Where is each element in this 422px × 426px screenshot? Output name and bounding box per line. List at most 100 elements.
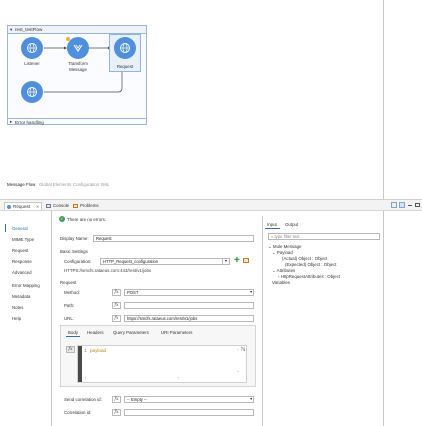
subtab-uri-parameters[interactable]: URI Parameters <box>161 330 192 335</box>
sidenav-item-request[interactable]: Request <box>12 248 28 253</box>
sidenav-item-metadata[interactable]: Metadata <box>12 294 30 299</box>
basic-settings-heading: Basic Settings <box>60 249 88 254</box>
method-select[interactable]: POST ▾ <box>124 289 254 296</box>
sidenav-item-error-mapping[interactable]: Error Mapping <box>12 283 40 288</box>
path-fx-toggle[interactable]: fx <box>112 302 121 309</box>
map-icon[interactable]: ℕ <box>241 347 245 353</box>
error-handling-label: Error handling <box>15 120 44 125</box>
send-correlation-fx-toggle[interactable]: fx <box>112 396 121 403</box>
method-label: Method: <box>64 290 80 295</box>
display-name-label: Display Name: <box>60 236 89 241</box>
status-ok-icon: ✓ <box>59 216 65 222</box>
right-pane-divider-right <box>383 211 384 426</box>
configuration-label: Configuration: <box>64 259 92 264</box>
request-label: Request <box>116 64 134 69</box>
path-label: Path: <box>64 303 75 308</box>
sidenav-item-mime-type[interactable]: MIME Type <box>12 237 34 242</box>
tab-configuration-xml[interactable]: Configuration XML <box>73 182 109 187</box>
tab-console[interactable]: Console <box>53 203 69 208</box>
flow-container[interactable]: ▾ rest_testFlow Listener Transform Messa… <box>7 25 147 125</box>
edit-config-icon[interactable] <box>243 258 249 263</box>
tab-request[interactable]: Request ✕ <box>4 202 42 210</box>
transform-icon <box>73 44 83 52</box>
filter-placeholder: type filter text <box>274 234 300 239</box>
request-node[interactable] <box>114 37 136 59</box>
code-line-number: 1 <box>84 348 87 353</box>
chevron-down-icon: ▾ <box>250 397 252 401</box>
tree-expected-object[interactable]: (Expected) Object : Object <box>285 262 337 267</box>
sidenav-divider <box>51 211 52 426</box>
tab-problems[interactable]: Problems <box>80 203 99 208</box>
tree-actual-object[interactable]: (Actual) Object : Object <box>282 256 327 261</box>
expand-icon[interactable]: ▸ <box>10 119 12 125</box>
problems-icon <box>73 203 78 208</box>
request-tab-label: Request <box>13 204 31 209</box>
subtab-headers[interactable]: Headers <box>87 330 104 335</box>
minimize-icon[interactable] <box>408 205 412 206</box>
code-editor[interactable]: 1 payload ⌃ ℕ ⌄ ‹ › <box>77 345 247 383</box>
path-input[interactable] <box>124 302 254 309</box>
editor-gutter <box>78 346 82 382</box>
code-text: payload <box>90 348 107 353</box>
subtab-body[interactable]: Body <box>68 330 78 335</box>
error-handling-bar[interactable]: ▸ Error handling <box>8 118 146 125</box>
panel-tab-bar: Request ✕ Console Problems <box>0 200 422 211</box>
method-fx-toggle[interactable]: fx <box>112 289 121 296</box>
listener-label: Listener <box>24 61 40 66</box>
horizontal-scrollbar[interactable]: ‹ › <box>83 375 238 380</box>
view-tabs: Message Flow Global Elements Configurati… <box>7 182 207 189</box>
correlation-id-label: Correlation id: <box>64 410 92 415</box>
request-heading: Request <box>60 280 77 285</box>
transform-label: Transform Message <box>68 61 88 72</box>
correlation-id-fx-toggle[interactable]: fx <box>112 409 121 416</box>
tree-http-request-attributes[interactable]: › HttpRequestAttributes : Object <box>278 274 340 279</box>
send-correlation-select[interactable]: -- Empty -- ▾ <box>124 396 254 403</box>
sidenav-item-general[interactable]: General <box>12 226 28 231</box>
listener-node[interactable] <box>21 37 43 59</box>
scroll-right-icon[interactable]: › <box>178 375 179 380</box>
url-input[interactable]: https://smcfs.rataeus.com/rest/v1/jobs <box>124 315 254 322</box>
sidenav-item-response[interactable]: Response <box>12 259 32 264</box>
tree-variables[interactable]: Variables <box>272 280 290 285</box>
sidenav-item-help[interactable]: Help <box>12 316 21 321</box>
layout-icon[interactable] <box>399 202 405 208</box>
display-name-input[interactable]: Request <box>93 235 254 242</box>
filter-input[interactable]: ⌕ type filter text <box>268 233 380 240</box>
send-correlation-value: -- Empty -- <box>127 397 147 402</box>
request-tab-icon <box>7 204 11 209</box>
canvas-right-divider <box>383 0 384 215</box>
chevron-down-icon: ▾ <box>250 290 252 294</box>
view-menu-icon[interactable] <box>391 202 397 208</box>
method-value: POST <box>127 290 139 295</box>
sidenav-active-bar <box>5 224 6 232</box>
correlation-id-input[interactable] <box>124 409 254 416</box>
tab-input[interactable]: Input <box>267 222 277 227</box>
console-icon <box>46 203 51 208</box>
sidenav-item-notes[interactable]: Notes <box>12 305 23 310</box>
subtab-body-underline <box>66 336 80 337</box>
url-label: URL: <box>64 316 75 321</box>
subtab-query-parameters[interactable]: Query Parameters <box>113 330 149 335</box>
transform-node[interactable] <box>67 37 89 59</box>
add-config-icon[interactable]: ✚ <box>234 257 240 264</box>
scroll-up-icon[interactable]: ⌃ <box>236 348 239 353</box>
sidenav-item-advanced[interactable]: Advanced <box>12 270 32 275</box>
tab-close-icon[interactable]: ✕ <box>36 204 39 209</box>
globe-icon <box>120 43 130 53</box>
configuration-value: HTTP_Request_configuration <box>103 259 159 264</box>
maximize-icon[interactable] <box>415 203 420 207</box>
tab-output[interactable]: Output <box>285 222 298 227</box>
globe-icon <box>27 87 37 97</box>
second-globe-node[interactable] <box>21 81 43 103</box>
configuration-select[interactable]: HTTP_Request_configuration ▾ <box>100 258 230 265</box>
tab-global-elements[interactable]: Global Elements <box>39 182 71 187</box>
body-fx-toggle[interactable]: fx <box>66 346 75 353</box>
chevron-down-icon: ▾ <box>222 259 229 264</box>
scroll-left-icon[interactable]: ‹ <box>85 375 86 380</box>
status-message: There are no errors. <box>67 217 107 222</box>
scroll-down-icon[interactable]: ⌄ <box>236 368 239 373</box>
tab-message-flow[interactable]: Message Flow <box>7 182 35 187</box>
request-subpanel: Body Headers Query Parameters URI Parame… <box>60 325 256 387</box>
url-fx-toggle[interactable]: fx <box>112 315 121 322</box>
globe-icon <box>27 43 37 53</box>
